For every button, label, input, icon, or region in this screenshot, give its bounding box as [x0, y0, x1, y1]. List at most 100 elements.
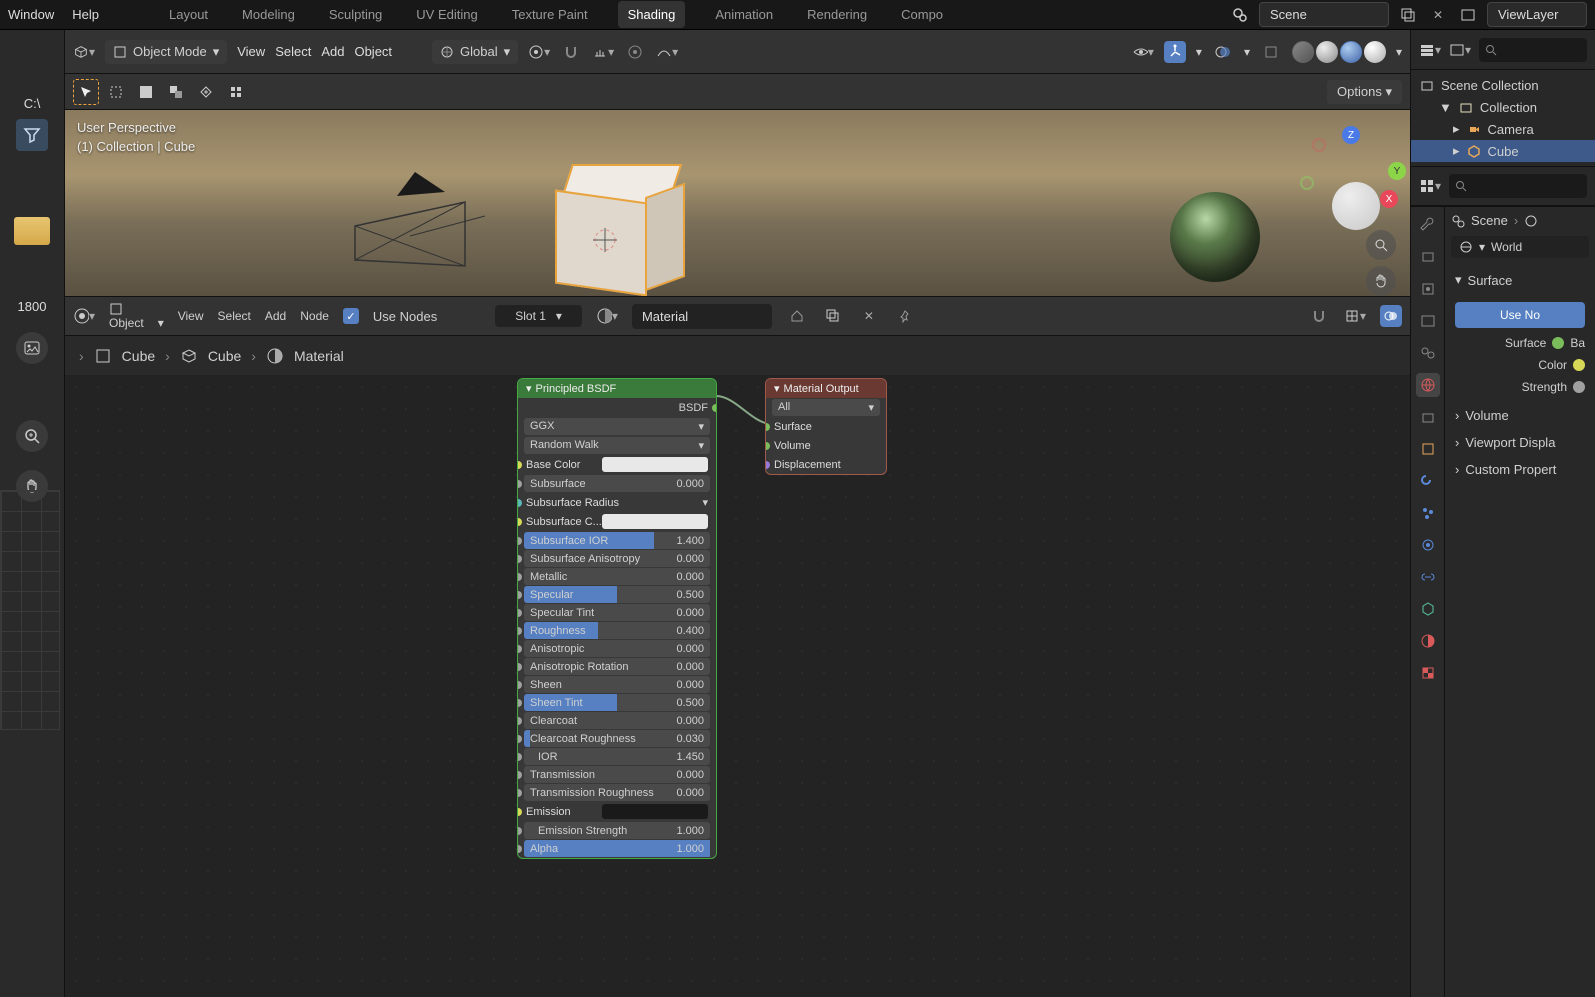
pivot-icon[interactable]: ▾ — [528, 41, 550, 63]
filter-icon[interactable] — [16, 119, 48, 151]
input-metallic[interactable]: Metallic0.000 — [524, 568, 710, 585]
select-tool-circle[interactable] — [133, 79, 159, 105]
input-trans-roughness[interactable]: Transmission Roughness0.000 — [524, 784, 710, 801]
ptab-data[interactable] — [1416, 597, 1440, 621]
nav-pan-icon[interactable] — [1366, 266, 1396, 296]
prop-surface-row[interactable]: Surface Ba — [1455, 332, 1585, 354]
tab-rendering[interactable]: Rendering — [803, 1, 871, 28]
menu-help[interactable]: Help — [72, 7, 99, 22]
breadcrumb-mesh[interactable]: Cube — [208, 348, 241, 364]
tree-cube[interactable]: ▸ Cube — [1411, 140, 1595, 162]
image-editor-icon[interactable] — [16, 332, 48, 364]
gizmo-toggle-icon[interactable] — [1164, 41, 1186, 63]
scene-browse-icon[interactable] — [1229, 4, 1251, 26]
output-target-dropdown[interactable]: All▾ — [772, 399, 880, 416]
input-base-color[interactable]: Base Color — [518, 455, 716, 474]
vp-menu-add[interactable]: Add — [321, 44, 344, 59]
prop-color-row[interactable]: Color — [1455, 354, 1585, 376]
ptab-tool[interactable] — [1416, 213, 1440, 237]
node-snap-icon[interactable] — [1308, 305, 1330, 327]
node-editor-type-icon[interactable]: ▾ — [73, 305, 95, 327]
sss-method-dropdown[interactable]: Random Walk▾ — [524, 437, 710, 454]
input-sss-color[interactable]: Subsurface C... — [518, 512, 716, 531]
new-scene-icon[interactable] — [1397, 4, 1419, 26]
select-tool-box[interactable] — [103, 79, 129, 105]
tab-compositing[interactable]: Compo — [897, 1, 947, 28]
input-roughness[interactable]: Roughness0.400 — [524, 622, 710, 639]
node-header[interactable]: ▾ Principled BSDF — [518, 379, 716, 398]
delete-scene-icon[interactable]: ✕ — [1427, 4, 1449, 26]
tab-layout[interactable]: Layout — [165, 1, 212, 28]
ptab-constraints[interactable] — [1416, 565, 1440, 589]
input-transmission[interactable]: Transmission0.000 — [524, 766, 710, 783]
cube-object[interactable] — [555, 164, 685, 294]
input-clearcoat[interactable]: Clearcoat0.000 — [524, 712, 710, 729]
tree-camera[interactable]: ▸ Camera — [1411, 118, 1595, 140]
ptab-material[interactable] — [1416, 629, 1440, 653]
view-layer-input[interactable] — [1487, 2, 1587, 27]
input-subsurface[interactable]: Subsurface0.000 — [524, 475, 710, 492]
ptab-physics[interactable] — [1416, 533, 1440, 557]
tree-scene-collection[interactable]: Scene Collection — [1411, 74, 1595, 96]
panel-volume[interactable]: › Volume — [1451, 402, 1589, 429]
use-nodes-checkbox[interactable]: ✓ — [343, 308, 359, 324]
tree-collection[interactable]: ▼ Collection — [1411, 96, 1595, 118]
ptab-scene[interactable] — [1416, 341, 1440, 365]
vp-menu-object[interactable]: Object — [354, 44, 392, 59]
input-sss-aniso[interactable]: Subsurface Anisotropy0.000 — [524, 550, 710, 567]
mode-dropdown[interactable]: Object Mode ▾ — [105, 40, 227, 64]
input-emission[interactable]: Emission — [518, 802, 716, 821]
node-snap-type-icon[interactable]: ▾ — [1344, 305, 1366, 327]
distribution-dropdown[interactable]: GGX▾ — [524, 418, 710, 435]
viewport-options-button[interactable]: Options ▾ — [1327, 80, 1402, 104]
node-menu-select[interactable]: Select — [218, 309, 251, 323]
material-browse-icon[interactable]: ▾ — [596, 305, 618, 327]
overlays-icon[interactable] — [1212, 41, 1234, 63]
nav-gizmo[interactable]: Z Y X — [1294, 126, 1394, 226]
editor-type-icon[interactable]: ▾ — [73, 41, 95, 63]
select-tool-tweak[interactable] — [73, 79, 99, 105]
fake-user-icon[interactable] — [786, 305, 808, 327]
breadcrumb-object[interactable]: Cube — [122, 348, 155, 364]
ptab-particles[interactable] — [1416, 501, 1440, 525]
nav-zoom-icon[interactable] — [1366, 230, 1396, 260]
tab-sculpting[interactable]: Sculpting — [325, 1, 386, 28]
unlink-material-icon[interactable]: ✕ — [858, 305, 880, 327]
tab-texture-paint[interactable]: Texture Paint — [508, 1, 592, 28]
select-tool-4[interactable] — [193, 79, 219, 105]
node-menu-view[interactable]: View — [178, 309, 204, 323]
zoom-in-icon[interactable] — [16, 420, 48, 452]
falloff-icon[interactable]: ▾ — [656, 41, 678, 63]
tab-shading[interactable]: Shading — [618, 1, 686, 28]
ptab-viewlayer[interactable] — [1416, 309, 1440, 333]
panel-surface[interactable]: ▾ Surface — [1451, 266, 1589, 294]
input-alpha[interactable]: Alpha1.000 — [524, 840, 710, 857]
node-principled-bsdf[interactable]: ▾ Principled BSDF BSDF GGX▾ Random Walk▾… — [517, 378, 717, 859]
input-anisotropic[interactable]: Anisotropic0.000 — [524, 640, 710, 657]
select-tool-lasso[interactable] — [163, 79, 189, 105]
node-mode-dropdown[interactable]: Object▾ — [109, 302, 164, 330]
ptab-collection[interactable] — [1416, 405, 1440, 429]
crumb-scene[interactable]: Scene — [1471, 213, 1508, 228]
input-aniso-rotation[interactable]: Anisotropic Rotation0.000 — [524, 658, 710, 675]
input-specular[interactable]: Specular0.500 — [524, 586, 710, 603]
material-slot-dropdown[interactable]: Slot 1 ▾ — [495, 305, 582, 327]
pin-icon[interactable] — [894, 305, 916, 327]
input-cc-roughness[interactable]: Clearcoat Roughness0.030 — [524, 730, 710, 747]
props-display-icon[interactable]: ▾ — [1419, 175, 1441, 197]
camera-object[interactable] — [345, 166, 545, 286]
world-datablock-dropdown[interactable]: ▾ World — [1451, 236, 1589, 258]
prop-strength-row[interactable]: Strength — [1455, 376, 1585, 398]
outliner-search[interactable] — [1479, 38, 1587, 62]
ptab-world[interactable] — [1416, 373, 1440, 397]
scene-name-input[interactable] — [1259, 2, 1389, 27]
node-editor-canvas[interactable]: ▾ Principled BSDF BSDF GGX▾ Random Walk▾… — [65, 376, 1410, 997]
breadcrumb-material[interactable]: Material — [294, 348, 344, 364]
vp-menu-view[interactable]: View — [237, 44, 265, 59]
ptab-render[interactable] — [1416, 245, 1440, 269]
input-sss-ior[interactable]: Subsurface IOR1.400 — [524, 532, 710, 549]
outliner-display-icon[interactable]: ▾ — [1419, 39, 1441, 61]
folder-icon[interactable] — [14, 217, 50, 245]
node-material-output[interactable]: ▾ Material Output All▾ Surface Volume Di… — [765, 378, 887, 475]
node-header[interactable]: ▾ Material Output — [766, 379, 886, 398]
